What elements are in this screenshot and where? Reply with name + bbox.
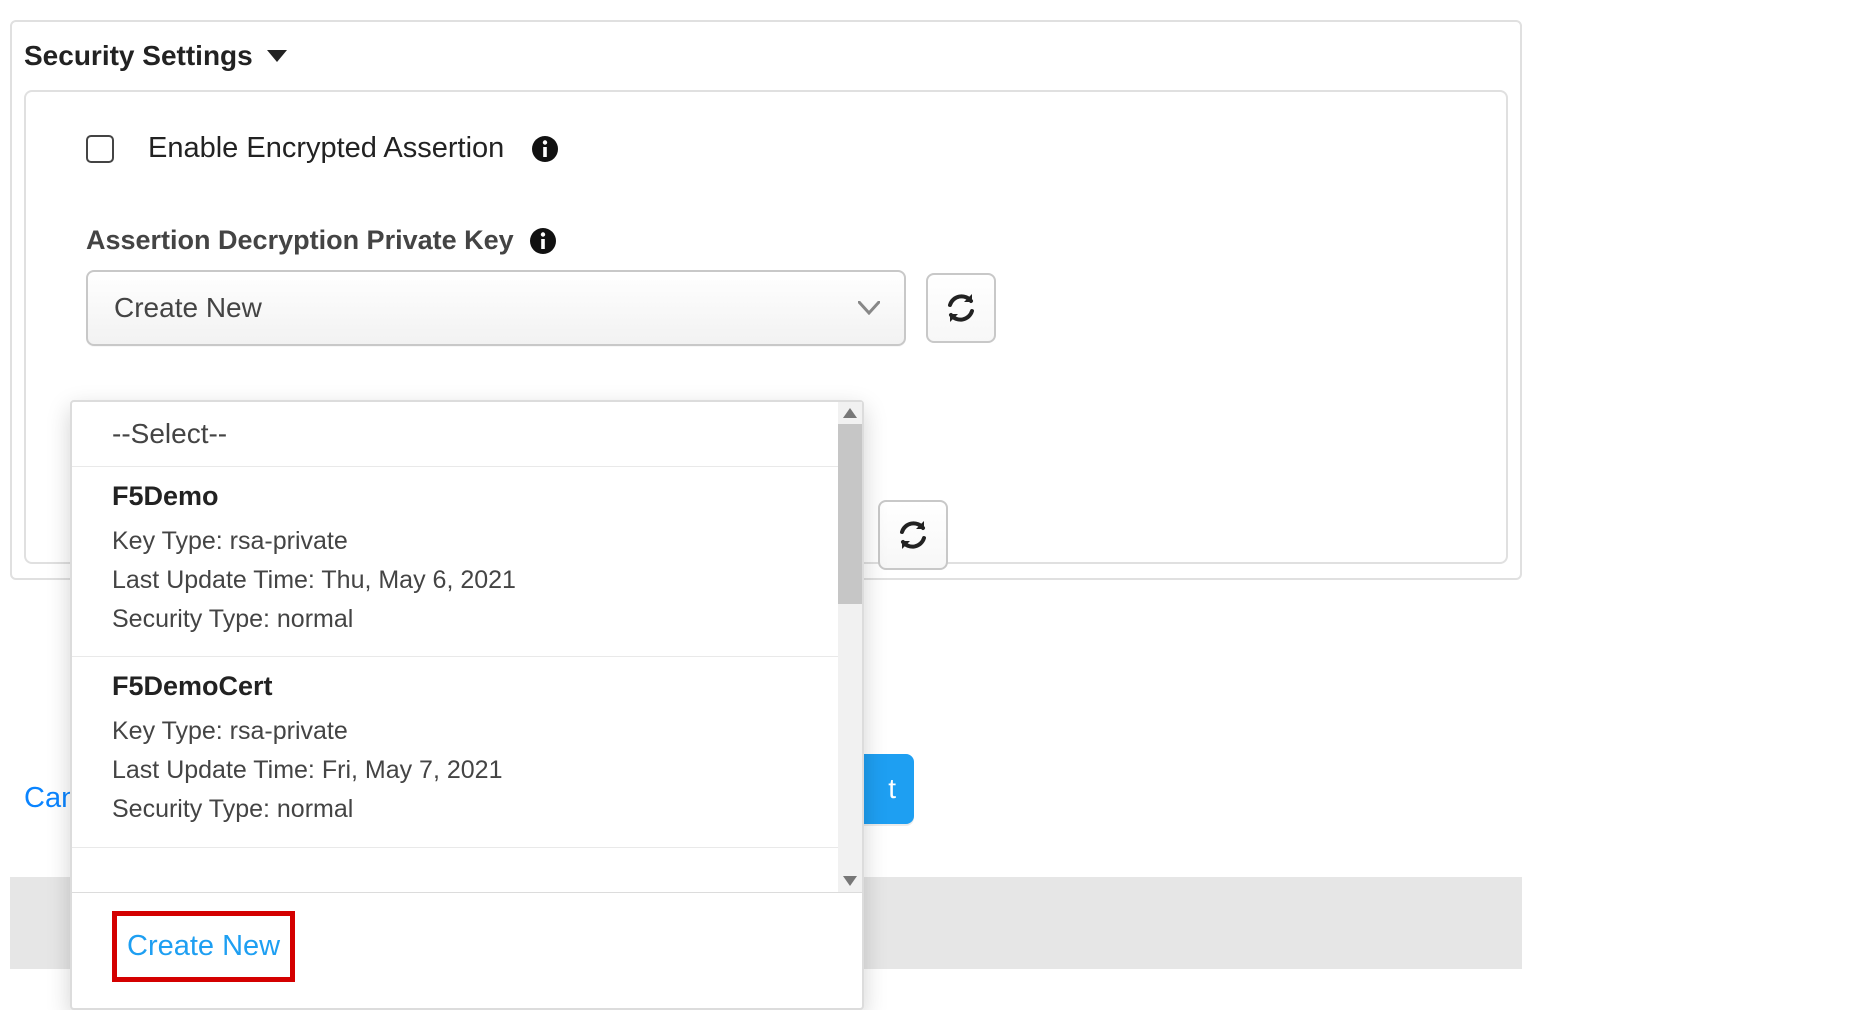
assertion-key-label: Assertion Decryption Private Key	[86, 225, 514, 256]
dropdown-option-meta: Last Update Time: Thu, May 6, 2021	[112, 561, 798, 600]
scroll-down-icon[interactable]	[838, 870, 862, 892]
enable-encrypted-assertion-label: Enable Encrypted Assertion	[148, 132, 504, 165]
scrollbar-thumb[interactable]	[838, 424, 862, 604]
dropdown-option-placeholder[interactable]: --Select--	[72, 402, 838, 467]
scroll-up-icon[interactable]	[838, 402, 862, 424]
dropdown-option-meta: Security Type: normal	[112, 600, 798, 639]
dropdown-option[interactable]: F5DemoCert Key Type: rsa-private Last Up…	[72, 657, 838, 847]
chevron-down-icon	[858, 301, 880, 315]
dropdown-list: --Select-- F5Demo Key Type: rsa-private …	[72, 402, 838, 892]
refresh-button[interactable]	[878, 500, 948, 570]
dropdown-scrollbar[interactable]	[838, 402, 862, 892]
info-icon[interactable]	[532, 136, 558, 162]
dropdown-placeholder-text: --Select--	[112, 418, 227, 449]
dropdown-create-new-row: Create New	[72, 892, 862, 1008]
root: Security Settings Enable Encrypted Asser…	[0, 0, 1872, 580]
refresh-icon	[896, 518, 930, 552]
security-settings-header[interactable]: Security Settings	[12, 22, 1520, 90]
assertion-key-label-row: Assertion Decryption Private Key	[86, 225, 1446, 256]
enable-encrypted-assertion-checkbox[interactable]	[86, 135, 114, 163]
dropdown-option-meta: Security Type: normal	[112, 790, 798, 829]
assertion-key-select-row: Create New	[86, 270, 1446, 346]
dropdown-option-meta: Last Update Time: Fri, May 7, 2021	[112, 751, 798, 790]
dropdown-option-title	[112, 862, 798, 876]
section-title: Security Settings	[24, 40, 253, 72]
dropdown-option[interactable]: F5Demo Key Type: rsa-private Last Update…	[72, 467, 838, 657]
caret-down-icon	[267, 50, 287, 62]
refresh-button[interactable]	[926, 273, 996, 343]
info-icon[interactable]	[530, 228, 556, 254]
next-button-label: t	[888, 773, 896, 805]
dropdown-option-meta: Key Type: rsa-private	[112, 712, 798, 751]
enable-encrypted-assertion-row: Enable Encrypted Assertion	[86, 132, 1446, 165]
create-new-link[interactable]: Create New	[112, 911, 295, 982]
dropdown-option-meta: Key Type: rsa-private	[112, 522, 798, 561]
dropdown-option-title: F5DemoCert	[112, 671, 798, 702]
assertion-key-selected-value: Create New	[114, 292, 262, 324]
dropdown-option[interactable]	[72, 848, 838, 893]
assertion-key-dropdown: --Select-- F5Demo Key Type: rsa-private …	[70, 400, 864, 1010]
assertion-key-select[interactable]: Create New	[86, 270, 906, 346]
dropdown-scroll-wrap: --Select-- F5Demo Key Type: rsa-private …	[72, 402, 862, 892]
refresh-icon	[944, 291, 978, 325]
dropdown-option-title: F5Demo	[112, 481, 798, 512]
